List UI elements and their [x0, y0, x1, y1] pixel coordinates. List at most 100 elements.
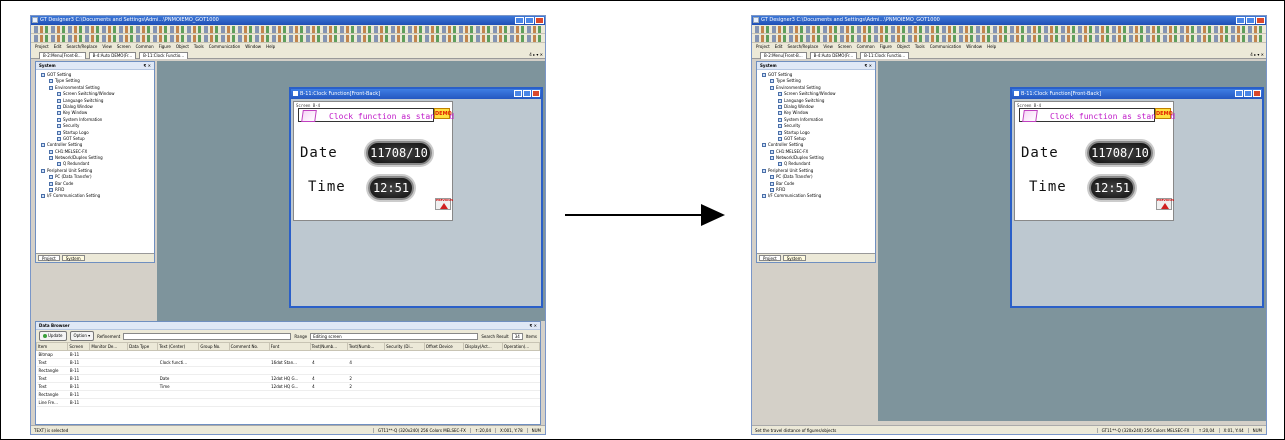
close-icon[interactable] — [1253, 90, 1261, 97]
toolbar-icons[interactable] — [34, 26, 541, 33]
menu-object[interactable]: Object — [176, 43, 189, 51]
maximize-icon[interactable] — [525, 17, 534, 24]
table-row[interactable]: Text B-11 Time 12dot HQ G... 4 2 — [36, 382, 540, 391]
menu-communication[interactable]: Communication — [930, 43, 962, 51]
previous-button[interactable]: PREVIOUS — [1156, 198, 1174, 210]
column-header[interactable]: Item — [35, 342, 69, 351]
menu-view[interactable]: View — [823, 43, 833, 51]
clock-graphic-icon[interactable] — [301, 110, 317, 122]
date-label[interactable]: Date — [1021, 145, 1059, 161]
refinement-input[interactable] — [123, 332, 292, 340]
column-header[interactable]: Group No. — [198, 342, 230, 351]
tab-b11-clock[interactable]: B-11:Clock Functio... — [860, 52, 910, 59]
time-label[interactable]: Time — [1029, 179, 1067, 195]
date-display[interactable]: 11708/10 — [366, 141, 432, 165]
menu-project[interactable]: Project — [756, 43, 770, 51]
column-header[interactable]: Text (Center) — [157, 342, 200, 351]
date-display[interactable]: 11708/10 — [1087, 141, 1153, 165]
tree-item[interactable]: I/F Communication Setting — [39, 193, 154, 199]
previous-button[interactable]: PREVIOUS — [435, 198, 453, 210]
panel-close-icon[interactable]: ₹ ✕ — [864, 62, 872, 70]
editor-workspace[interactable]: B-11:Clock Function[Front-Back] Screen B… — [157, 61, 545, 321]
clock-graphic-icon[interactable] — [1022, 110, 1038, 122]
column-header[interactable]: Screen — [67, 342, 91, 351]
header-frame[interactable]: Clock function as standard — [1019, 108, 1175, 122]
menu-edit[interactable]: Edit — [775, 43, 783, 51]
screen-editor-titlebar[interactable]: B-11:Clock Function[Front-Back] — [1012, 89, 1262, 99]
column-header[interactable]: Text(Numb... — [309, 342, 348, 351]
panel-close-icon[interactable]: ₹ ✕ — [529, 322, 537, 330]
minimize-icon[interactable] — [514, 90, 522, 97]
menu-search-replace[interactable]: Search/Replace — [787, 43, 818, 51]
menu-view[interactable]: View — [102, 43, 112, 51]
demo-badge[interactable]: DEMO — [434, 108, 452, 119]
menu-screen[interactable]: Screen — [117, 43, 131, 51]
tab-project[interactable]: Project — [759, 255, 781, 261]
table-row[interactable]: Text B-11 Date 12dot HQ G... 4 2 — [36, 374, 540, 383]
update-button[interactable]: Update — [39, 331, 67, 341]
time-display[interactable]: 12:51 — [1089, 176, 1135, 200]
screen-editor-window[interactable]: B-11:Clock Function[Front-Back] Screen B… — [1010, 87, 1264, 308]
panel-close-icon[interactable]: ₹ ✕ — [143, 62, 151, 70]
menu-project[interactable]: Project — [35, 43, 49, 51]
screen-editor-window[interactable]: B-11:Clock Function[Front-Back] Screen B… — [289, 87, 543, 308]
tab-b2-menu[interactable]: B-2:Menu[Front-B... — [760, 52, 807, 59]
menu-window[interactable]: Window — [966, 43, 982, 51]
option-dropdown[interactable]: Option ▾ — [69, 331, 95, 341]
toolbar-icons[interactable] — [755, 35, 1262, 42]
header-frame[interactable]: Clock function as standard — [298, 108, 454, 122]
column-header[interactable]: Data Type — [127, 342, 159, 351]
tab-system[interactable]: System — [782, 255, 806, 261]
table-row[interactable]: Rectangle B-11 — [36, 390, 540, 399]
menu-communication[interactable]: Communication — [209, 43, 241, 51]
editor-workspace[interactable]: B-11:Clock Function[Front-Back] Screen B… — [878, 61, 1266, 421]
close-icon[interactable] — [535, 17, 544, 24]
minimize-icon[interactable] — [1235, 90, 1243, 97]
column-header[interactable]: Security (Di... — [384, 342, 425, 351]
menu-tools[interactable]: Tools — [194, 43, 204, 51]
maximize-icon[interactable] — [523, 90, 531, 97]
toolbar-icons[interactable] — [755, 26, 1262, 33]
maximize-icon[interactable] — [1246, 17, 1255, 24]
table-row[interactable]: Text B-11 Clock functi... 16dot Stan... 4 4 — [36, 358, 540, 367]
column-header[interactable]: Offset Device — [423, 342, 465, 351]
screen-editor-titlebar[interactable]: B-11:Clock Function[Front-Back] — [291, 89, 541, 99]
menu-common[interactable]: Common — [136, 43, 154, 51]
menu-help[interactable]: Help — [987, 43, 996, 51]
column-header[interactable]: Text(Numb... — [346, 342, 386, 351]
time-display[interactable]: 12:51 — [368, 176, 414, 200]
tab-system[interactable]: System — [61, 255, 85, 261]
menu-figure[interactable]: Figure — [880, 43, 892, 51]
menu-object[interactable]: Object — [897, 43, 910, 51]
menu-help[interactable]: Help — [266, 43, 275, 51]
tab-b4-auto-demo[interactable]: B-4:Auto DEMO(Fr... — [809, 52, 858, 59]
tree-item[interactable]: I/F Communication Setting — [760, 193, 875, 199]
tab-project[interactable]: Project — [38, 255, 60, 261]
tab-b2-menu[interactable]: B-2:Menu[Front-B... — [39, 52, 86, 59]
table-row[interactable]: Line Fre... B-11 — [36, 398, 540, 407]
maximize-icon[interactable] — [1244, 90, 1252, 97]
got-screen-canvas[interactable]: Screen B-4 Clock function as standard DE… — [1014, 101, 1175, 221]
minimize-icon[interactable] — [515, 17, 524, 24]
menu-edit[interactable]: Edit — [54, 43, 62, 51]
menu-window[interactable]: Window — [245, 43, 261, 51]
column-header[interactable]: Comment No. — [228, 342, 270, 351]
column-header[interactable]: Monitor De... — [89, 342, 129, 351]
menu-screen[interactable]: Screen — [838, 43, 852, 51]
close-icon[interactable] — [1256, 17, 1265, 24]
toolbar-icons[interactable] — [34, 35, 541, 42]
table-row[interactable]: Bitmap B-11 — [36, 350, 540, 359]
close-icon[interactable] — [532, 90, 540, 97]
table-row[interactable]: Rectangle B-11 — [36, 366, 540, 375]
tab-controls[interactable]: 4 ▸ ▾ ✕ — [1250, 52, 1264, 57]
minimize-icon[interactable] — [1236, 17, 1245, 24]
menu-tools[interactable]: Tools — [915, 43, 925, 51]
column-header[interactable]: Font — [268, 342, 311, 351]
tab-b4-auto-demo[interactable]: B-4:Auto DEMO(Fr... — [88, 52, 137, 59]
menu-search-replace[interactable]: Search/Replace — [66, 43, 97, 51]
time-label[interactable]: Time — [308, 179, 346, 195]
demo-badge[interactable]: DEMO — [1155, 108, 1173, 119]
range-select[interactable]: Editing screen — [310, 332, 479, 340]
tab-controls[interactable]: 4 ▸ ▾ ✕ — [529, 52, 543, 57]
got-screen-canvas[interactable]: Screen B-4 Clock function as standard DE… — [293, 101, 454, 221]
